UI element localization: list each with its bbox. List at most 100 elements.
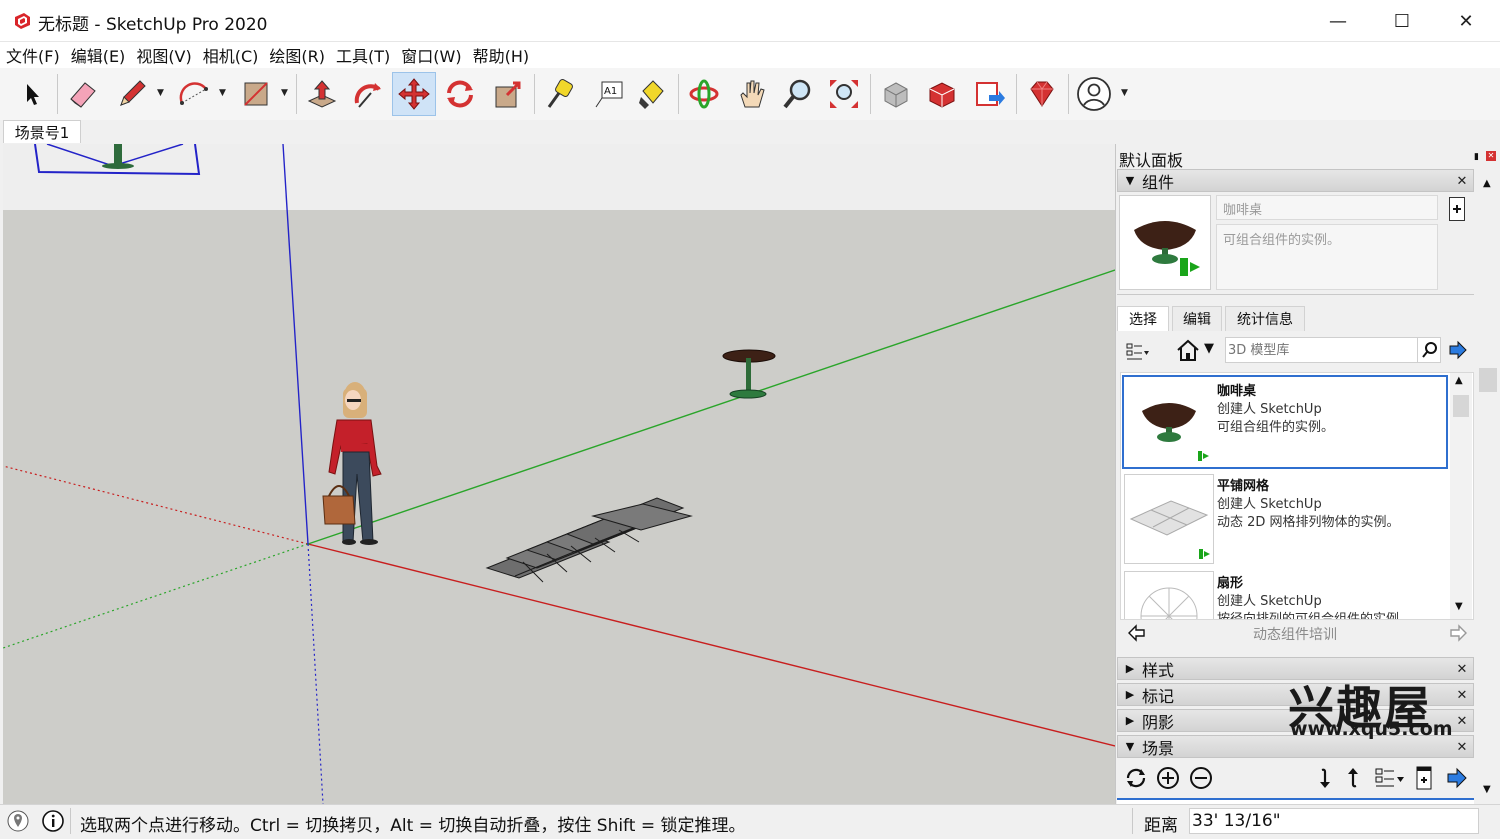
tab-edit[interactable]: 编辑 [1172,306,1222,331]
scene-forward-arrow-icon[interactable] [1446,767,1468,789]
forward-arrow-icon[interactable] [1448,340,1468,360]
list-item[interactable]: 平铺网格 创建人 SketchUp 动态 2D 网格排列物体的实例。 [1122,472,1448,566]
geo-location-icon[interactable] [7,810,29,832]
scroll-thumb[interactable] [1479,368,1497,392]
drawing-viewport[interactable] [3,144,1115,804]
tray-scrollbar[interactable]: ▲ ▼ [1477,172,1499,802]
styles-close-icon[interactable]: ✕ [1453,660,1471,678]
scenes-close-icon[interactable]: ✕ [1453,738,1471,756]
ground-plane [3,210,1115,804]
menu-help[interactable]: 帮助(H) [473,43,530,67]
components-panel-header[interactable]: ▼ 组件 [1117,169,1474,192]
component-name-field[interactable]: 咖啡桌 [1216,195,1438,220]
eraser-tool-button[interactable] [60,72,104,116]
text-tool-button[interactable]: A1 [586,72,630,116]
dropdown-arrow-icon[interactable]: ▼ [219,88,229,98]
item-author: 创建人 SketchUp [1217,497,1322,512]
shadows-close-icon[interactable]: ✕ [1453,712,1471,730]
zoom-tool-button[interactable] [776,72,820,116]
search-icon[interactable] [1421,341,1439,359]
dynamic-components-training-link[interactable]: 动态组件培训 [1253,624,1337,644]
menu-draw[interactable]: 绘图(R) [269,43,325,67]
menu-tools[interactable]: 工具(T) [336,43,390,67]
update-scene-icon[interactable] [1124,766,1148,790]
send-to-layout-tool-button[interactable] [968,72,1012,116]
move-scene-up-icon[interactable] [1342,766,1364,790]
menu-view[interactable]: 视图(V) [136,43,191,67]
select-arrow-icon [27,84,39,105]
components-close-icon[interactable]: ✕ [1453,172,1471,190]
zoom-extents-tool-button[interactable] [822,72,866,116]
extension-warehouse-tool-button[interactable] [920,72,964,116]
text-label-icon: A1 [595,81,623,108]
push-pull-tool-button[interactable] [300,72,344,116]
rectangle-tool-button[interactable] [234,72,278,116]
divider [1117,294,1474,295]
extension-manager-tool-button[interactable] [1020,72,1064,116]
measurements-input[interactable]: 33' 13/16" [1189,808,1479,834]
home-icon[interactable] [1175,337,1201,363]
tags-close-icon[interactable]: ✕ [1453,686,1471,704]
menu-file[interactable]: 文件(F) [6,43,60,67]
back-arrow-icon[interactable] [1128,624,1146,642]
scroll-up-icon[interactable]: ▲ [1455,375,1463,386]
select-tool-button[interactable] [10,72,54,116]
scene-details-icon[interactable] [1414,765,1434,791]
move-scene-down-icon[interactable] [1314,766,1336,790]
list-scrollbar[interactable]: ▲ ▼ [1450,373,1472,619]
dropdown-arrow-icon[interactable]: ▼ [1121,88,1131,98]
view-options-icon[interactable] [1124,338,1150,364]
details-icon[interactable] [1449,197,1465,221]
shadows-header-label: 阴影 [1142,712,1175,732]
model-canvas[interactable] [3,144,1115,804]
account-button[interactable] [1072,72,1116,116]
rotate-tool-button[interactable] [438,72,482,116]
send-to-layout-icon [976,82,1005,106]
list-item[interactable]: 咖啡桌 创建人 SketchUp 可组合组件的实例。 [1122,375,1448,469]
arc-tool-button[interactable] [172,72,216,116]
warehouse-tool-button[interactable] [874,72,918,116]
menu-bar: 文件(F) 编辑(E) 视图(V) 相机(C) 绘图(R) 工具(T) 窗口(W… [0,42,1500,68]
menu-camera[interactable]: 相机(C) [203,43,259,67]
info-icon[interactable] [42,810,64,832]
navigation-dropdown-icon[interactable]: ▼ [1204,341,1214,356]
tape-measure-tool-button[interactable] [538,72,582,116]
pencil-line-tool-button[interactable] [110,72,154,116]
tab-select[interactable]: 选择 [1117,306,1169,331]
paint-bucket-tool-button[interactable] [630,72,674,116]
tray-close-icon[interactable]: ✕ [1486,151,1496,161]
minimize-button[interactable]: — [1306,0,1370,42]
close-button[interactable]: ✕ [1434,0,1498,42]
scale-tool-button[interactable] [486,72,530,116]
tape-measure-icon [547,79,573,108]
item-author: 创建人 SketchUp [1217,402,1322,417]
dropdown-arrow-icon[interactable]: ▼ [157,88,167,98]
toolbar-separator [296,74,297,114]
list-item[interactable]: 扇形 创建人 SketchUp 按径向排列的可组合组件的实例。 [1122,569,1448,619]
tags-header-label: 标记 [1142,686,1175,706]
remove-scene-icon[interactable] [1189,766,1213,790]
follow-me-icon [354,83,381,108]
dropdown-arrow-icon[interactable]: ▼ [281,88,291,98]
follow-me-tool-button[interactable] [346,72,390,116]
coffee-table-thumbnail-icon [1134,221,1200,276]
component-description-field[interactable]: 可组合组件的实例。 [1216,224,1438,290]
move-tool-button[interactable] [392,72,436,116]
scroll-up-icon[interactable]: ▲ [1483,178,1491,189]
pin-icon[interactable]: ▮ [1474,152,1479,162]
scroll-down-icon[interactable]: ▼ [1483,784,1491,795]
menu-window[interactable]: 窗口(W) [401,43,461,67]
tab-statistics[interactable]: 统计信息 [1225,306,1305,331]
measurements-label: 距离 [1144,816,1178,836]
forward-nav-arrow-icon[interactable] [1449,624,1467,642]
scene-view-options-icon[interactable] [1374,766,1406,790]
search-input[interactable] [1228,340,1414,360]
menu-edit[interactable]: 编辑(E) [71,43,126,67]
scene-tab[interactable]: 场景号1 [3,120,81,143]
scroll-down-icon[interactable]: ▼ [1455,601,1463,612]
maximize-button[interactable]: ☐ [1370,0,1434,42]
orbit-tool-button[interactable] [682,72,726,116]
add-scene-icon[interactable] [1156,766,1180,790]
pan-tool-button[interactable] [730,72,774,116]
scroll-thumb[interactable] [1453,395,1469,417]
